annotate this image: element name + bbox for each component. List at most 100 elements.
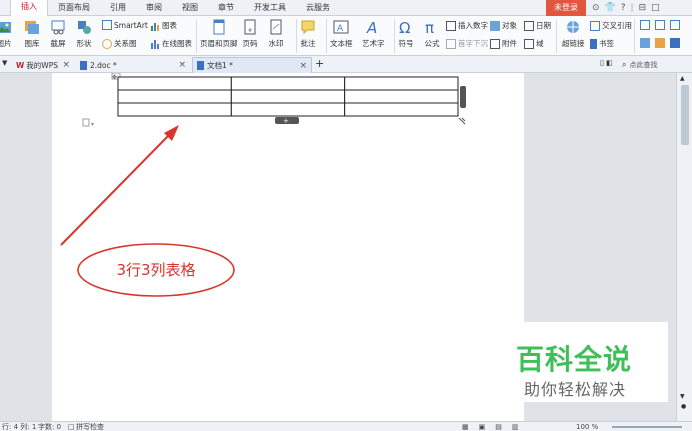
shape-button[interactable]: 形状 [76,19,92,49]
share-icon[interactable]: ⊙ [592,3,600,13]
lock-icon[interactable] [670,38,680,48]
minimize-icon[interactable]: □ [651,3,660,13]
close-icon[interactable]: × [178,60,186,70]
layout-icon[interactable] [655,20,665,30]
collapse-icon[interactable]: ⊟ [639,3,647,13]
picture-button[interactable]: 图片 [0,19,12,49]
drop-cap-button[interactable]: 首字下沉 [446,38,488,49]
table-cell[interactable] [230,89,346,104]
table-cell[interactable] [344,102,459,117]
table-cell[interactable] [117,76,232,91]
document-page[interactable]: ✥ + ▾ 3行3列表格 [52,72,524,421]
bookmark-icon [590,38,597,49]
date-button[interactable]: 日期 [524,20,551,31]
zoom-slider[interactable] [612,426,682,428]
help-icon[interactable]: ? [621,3,626,13]
divider: | [630,3,634,13]
relation-button[interactable]: 关系图 [102,38,137,49]
pen-icon[interactable] [655,38,665,48]
table-cell[interactable] [117,89,232,104]
tab-my-wps[interactable]: W 我的WPS × [12,57,74,73]
comment-button[interactable]: 批注 [300,19,316,49]
cursor-position: 行: 4 列: 1 [2,423,37,431]
page-number-button[interactable]: # 页码 [242,19,258,49]
table-cell[interactable] [117,102,232,117]
textbox-button[interactable]: A 文本框 [330,19,353,49]
spell-check[interactable]: 拼写检查 [76,422,104,431]
gallery-button[interactable]: 图库 [24,19,40,49]
symbol-button[interactable]: Ω 符号 [398,19,414,49]
skin-icon[interactable]: 👕 [605,3,616,13]
search-icon: ⌕ [622,59,627,69]
chart-button[interactable]: 图表 [150,20,177,31]
page-nav-icon[interactable]: ● [681,403,686,410]
attachment-button[interactable]: 附件 [490,38,517,49]
field-button[interactable]: 域 [524,38,544,49]
close-icon[interactable]: × [62,60,70,70]
relation-icon [102,38,112,49]
tab-document-1[interactable]: 文档1 * × [192,57,312,73]
table-cell[interactable] [344,89,459,104]
extra-tools-row-1 [640,20,682,30]
scroll-thumb[interactable] [681,85,689,145]
tab-review[interactable]: 审阅 [136,0,172,16]
ribbon-separator [296,19,297,53]
view-mode-icons[interactable]: ▦▣▤▥ [462,422,528,431]
formula-button[interactable]: π 公式 [424,19,440,49]
scroll-down-icon[interactable]: ▼ [680,393,685,400]
add-column-handle[interactable] [460,86,466,108]
add-tab-button[interactable]: + [315,57,324,70]
online-chart-button[interactable]: 在线图表 [150,38,192,49]
vertical-scrollbar[interactable]: ▲ ▼ ● [676,73,692,421]
tab-cloud[interactable]: 云服务 [296,0,340,16]
tab-references[interactable]: 引用 [100,0,136,16]
document-tab-bar: ▼ W 我的WPS × 2.doc * × 文档1 * × + ⌕ 点此查找 ▯… [0,56,692,73]
table-cell[interactable] [230,76,346,91]
image-frame-icon[interactable] [640,38,650,48]
tab-insert[interactable]: 插入 [10,0,48,16]
doc-file-icon [80,60,87,70]
search-box[interactable]: ⌕ 点此查找 [622,58,692,71]
svg-text:✥: ✥ [112,74,117,81]
tab-tools-icons[interactable]: ▯ ◧ [600,59,613,67]
tab-2-doc[interactable]: 2.doc * × [76,57,190,73]
tab-view[interactable]: 视图 [172,0,208,16]
table-grid-icon[interactable] [640,20,650,30]
zoom-level[interactable]: 100 % [576,422,598,431]
tab-developer[interactable]: 开发工具 [244,0,296,16]
textbox-icon: A [333,20,349,34]
smartart-button[interactable]: SmartArt [102,20,148,30]
table-cell[interactable] [230,102,346,117]
insert-number-button[interactable]: 插入数字 [446,20,488,31]
number-icon [446,20,456,31]
tab-page-layout[interactable]: 页面布局 [48,0,100,16]
close-icon[interactable]: × [299,61,307,71]
header-footer-icon [213,19,225,35]
word-count[interactable]: 字数: 0 [38,422,61,431]
table-cell[interactable] [344,76,459,91]
omega-icon: Ω [399,19,410,35]
document-table[interactable] [117,76,459,117]
hyperlink-button[interactable]: 超链接 [562,19,585,49]
watermark-button[interactable]: 水印 [268,19,284,49]
watermark-icon [270,19,282,35]
page-canvas: ✥ + ▾ 3行3列表格 [60,72,466,297]
screenshot-button[interactable]: 截屏 [50,19,66,49]
bookmark-button[interactable]: 书签 [590,38,614,49]
menu-arrow-icon[interactable]: ▼ [2,59,7,67]
smartart-icon [102,20,112,30]
login-button[interactable]: 未登录 [546,0,586,16]
columns-icon[interactable] [670,20,680,30]
header-footer-button[interactable]: 页眉和页脚 [200,19,238,49]
doc-file-icon [197,61,204,70]
object-button[interactable]: 对象 [490,20,517,31]
paragraph-icon: ▾ [82,118,94,128]
art-text-button[interactable]: A 艺术字 [362,19,385,49]
tab-section[interactable]: 章节 [208,0,244,16]
scroll-up-icon[interactable]: ▲ [680,75,685,82]
cross-ref-button[interactable]: 交叉引用 [590,20,632,31]
spell-check-icon[interactable]: □ [68,422,75,431]
comment-icon [301,20,315,35]
table-resize-icon[interactable] [458,117,466,125]
ribbon-separator [326,19,327,53]
